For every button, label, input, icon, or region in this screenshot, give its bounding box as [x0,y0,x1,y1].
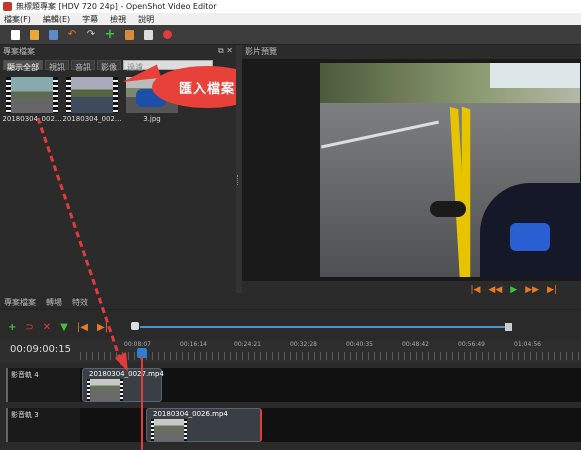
track-name: 影音軌 3 [11,411,39,419]
new-project-icon[interactable] [8,28,22,42]
tab-transitions[interactable]: 轉場 [46,297,62,308]
next-marker-icon[interactable]: ▶| [97,322,108,333]
file-name: 20180304_002... [62,115,122,123]
jump-end-icon[interactable]: ▶| [547,285,557,295]
preview-area [242,59,581,281]
timeline-clip[interactable]: 20180304_0027.mp4 [82,368,164,402]
fast-forward-icon[interactable]: ▶▶ [525,285,539,295]
track-label: 影音軌 3 [6,408,80,442]
main-toolbar: ↶ ↷ + [0,25,581,45]
redo-icon[interactable]: ↷ [84,28,98,42]
menu-edit[interactable]: 編輯(E) [43,14,70,25]
tab-image[interactable]: 影像 [97,60,121,72]
timeline-track[interactable]: 影音軌 4 20180304_0027.mp4 [6,368,581,402]
tab-project-files[interactable]: 專案檔案 [4,297,36,308]
zoom-slider-handle[interactable] [505,323,512,331]
project-files-title: 專案檔案 [3,46,35,56]
project-files-title-bar: 專案檔案 ⧉ ✕ [0,45,236,57]
clip-thumbnail [87,379,123,401]
video-thumbnail [6,77,58,113]
panel-close-icon[interactable]: ⧉ ✕ [218,46,233,56]
menu-title[interactable]: 字幕 [82,14,98,25]
clip-thumbnail [151,419,187,441]
file-name: 20180304_002... [2,115,62,123]
tab-audio[interactable]: 音訊 [71,60,95,72]
razor-icon[interactable]: ✕ [43,322,51,333]
ruler-ticks [80,352,581,360]
add-marker-icon[interactable]: ▼ [60,322,68,333]
ruler-label: 00:16:14 [180,341,207,348]
file-item[interactable]: 20180304_002... [2,77,62,123]
timeline-clip[interactable]: 20180304_0026.mp4 [146,408,262,442]
ruler-label: 00:48:42 [402,341,429,348]
ruler-label: 00:40:35 [346,341,373,348]
ruler-label: 00:56:49 [458,341,485,348]
jump-start-icon[interactable]: |◀ [470,285,480,295]
menu-help[interactable]: 說明 [138,14,154,25]
file-name: 3.jpg [143,115,161,123]
callout-text: 匯入檔案 [178,81,235,97]
video-thumbnail [66,77,118,113]
previous-marker-icon[interactable]: |◀ [77,322,88,333]
track-label: 影音軌 4 [6,368,80,402]
snap-icon[interactable]: ⊃ [25,322,33,333]
track-name: 影音軌 4 [11,371,39,379]
preview-title: 影片預覽 [245,46,277,56]
menu-file[interactable]: 檔案(F) [4,14,31,25]
ruler-label: 00:32:28 [290,341,317,348]
current-timecode: 00:09:00:15 [10,344,72,355]
ruler-label: 00:24:21 [234,341,261,348]
rewind-icon[interactable]: ◀◀ [488,285,502,295]
tab-video[interactable]: 視訊 [45,60,69,72]
clip-name: 20180304_0026.mp4 [153,410,228,418]
tab-effects[interactable]: 特效 [72,297,88,308]
preview-title-bar: 影片預覽 [242,45,581,57]
video-frame [320,63,580,277]
window-titlebar: 無標題專案 [HDV 720 24p] - OpenShot Video Edi… [0,0,581,13]
playhead-line[interactable] [141,356,143,450]
open-project-icon[interactable] [27,28,41,42]
video-preview-panel: 影片預覽 |◀ ◀◀ ▶ ▶▶ ▶| [242,45,581,295]
profile-icon[interactable] [122,28,136,42]
openshot-app-icon [3,2,12,11]
menu-bar: 檔案(F) 編輯(E) 字幕 檢視 說明 [0,13,581,25]
menu-view[interactable]: 檢視 [110,14,126,25]
undo-icon[interactable]: ↶ [65,28,79,42]
clip-name: 20180304_0027.mp4 [89,370,164,378]
ruler-label: 00:08:07 [124,341,151,348]
save-project-icon[interactable] [46,28,60,42]
zoom-slider-track[interactable] [140,326,510,328]
playback-controls: |◀ ◀◀ ▶ ▶▶ ▶| [242,283,581,297]
play-icon[interactable]: ▶ [510,285,517,295]
export-video-icon[interactable] [160,28,174,42]
zoom-out-icon[interactable] [131,322,139,330]
fullscreen-icon[interactable] [141,28,155,42]
file-item[interactable]: 20180304_002... [62,77,122,123]
tab-show-all[interactable]: 顯示全部 [3,60,43,72]
import-files-icon[interactable]: + [103,27,117,42]
ruler-label: 01:04:56 [514,341,541,348]
add-track-icon[interactable]: + [8,322,16,333]
timeline-track[interactable]: 影音軌 3 20180304_0026.mp4 [6,408,581,442]
window-title: 無標題專案 [HDV 720 24p] - OpenShot Video Edi… [16,2,217,11]
bottom-tabs: 專案檔案 轉場 特效 [0,296,581,310]
